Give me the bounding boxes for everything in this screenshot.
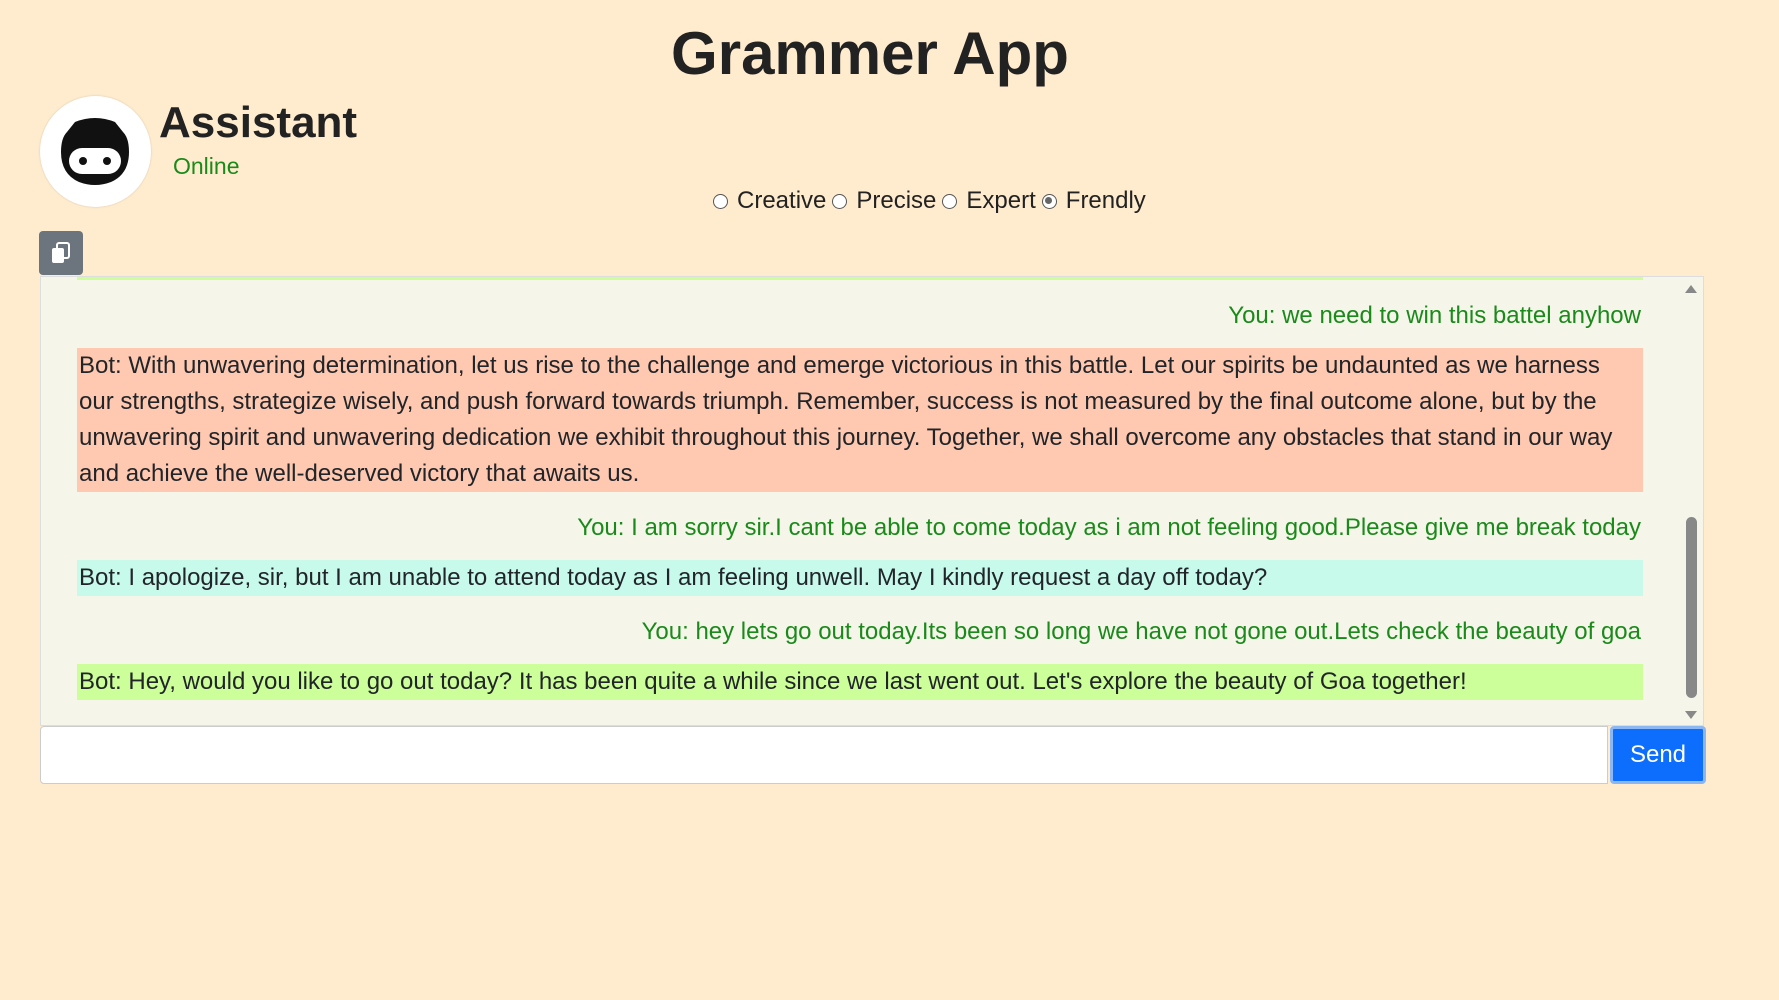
mode-label: Frendly	[1065, 187, 1146, 214]
bot-message: Bot: With unwavering determination, let …	[77, 348, 1643, 492]
mode-frendly[interactable]: Frendly	[1041, 185, 1146, 217]
scroll-down-arrow[interactable]	[1685, 711, 1697, 719]
user-message: You: we need to win this battel anyhow	[1228, 302, 1641, 329]
mode-selector: Creative Precise Expert Frendly	[713, 185, 1152, 217]
scroll-up-arrow[interactable]	[1685, 285, 1697, 293]
message-input[interactable]	[40, 726, 1608, 784]
copy-icon	[52, 242, 70, 263]
user-message: You: hey lets go out today.Its been so l…	[641, 618, 1641, 645]
radio-frendly[interactable]	[1041, 193, 1057, 209]
copy-button[interactable]	[39, 231, 83, 275]
app-title: Grammer App	[671, 20, 1069, 87]
user-message: You: I am sorry sir.I cant be able to co…	[577, 514, 1641, 541]
scroll-thumb[interactable]	[1686, 517, 1697, 698]
bot-message: Bot: Hey, would you like to go out today…	[77, 664, 1643, 700]
radio-creative[interactable]	[713, 193, 728, 209]
mode-expert[interactable]: Expert	[942, 185, 1036, 217]
bot-message	[77, 277, 1643, 280]
radio-precise[interactable]	[832, 193, 848, 209]
status-online: Online	[173, 153, 240, 179]
bot-message: Bot: I apologize, sir, but I am unable t…	[77, 560, 1643, 596]
composer: Send	[40, 726, 1706, 784]
assistant-name: Assistant	[159, 98, 358, 147]
robot-icon	[61, 118, 129, 185]
mode-label: Precise	[856, 187, 937, 214]
mode-precise[interactable]: Precise	[832, 185, 936, 217]
chat-scrollbar[interactable]	[1679, 277, 1703, 725]
radio-expert[interactable]	[942, 193, 958, 209]
mode-label: Creative	[737, 187, 827, 214]
chat-history[interactable]: You: we need to win this battel anyhow Bo…	[40, 276, 1704, 726]
mode-label: Expert	[966, 187, 1036, 214]
chat-messages: You: we need to win this battel anyhow Bo…	[77, 277, 1643, 700]
send-button[interactable]: Send	[1610, 726, 1706, 784]
avatar	[40, 96, 151, 207]
mode-creative[interactable]: Creative	[713, 185, 826, 217]
